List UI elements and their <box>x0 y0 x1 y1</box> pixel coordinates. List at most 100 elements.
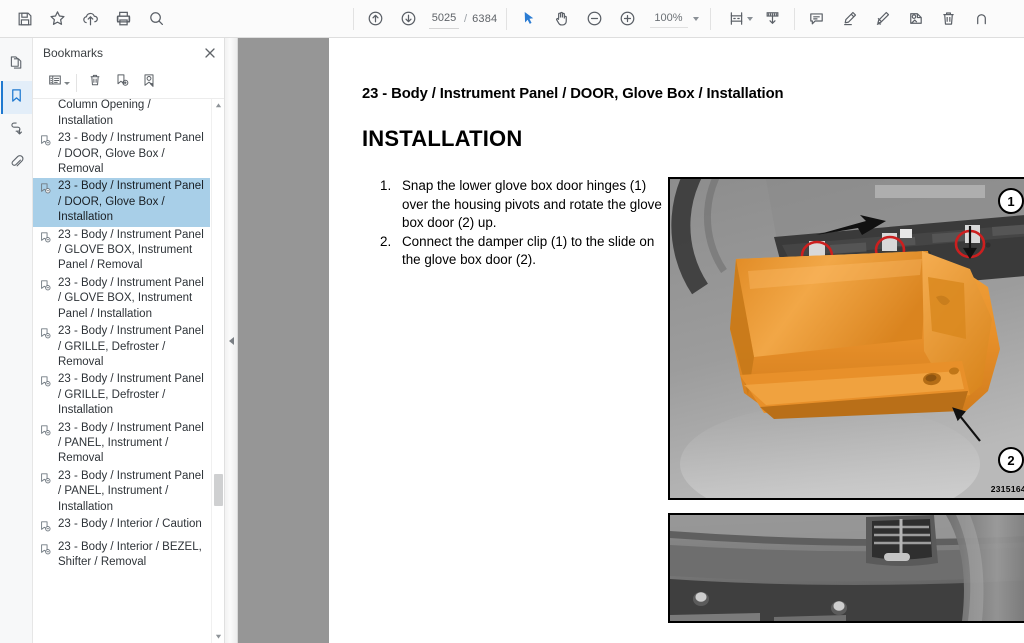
bookmark-item[interactable]: 23 - Body / Interior / BEZEL, Shifter / … <box>33 539 210 572</box>
sidebar-tab-bookmarks[interactable] <box>0 81 32 114</box>
scroll-mode-button[interactable] <box>756 3 789 35</box>
scroll-up-arrow-icon[interactable] <box>212 99 224 112</box>
bookmark-edit-icon <box>141 72 157 93</box>
page-number-input[interactable] <box>429 8 459 29</box>
zoom-in-button[interactable] <box>611 3 644 35</box>
step-text: Connect the damper clip (1) to the slide… <box>402 233 655 268</box>
print-button[interactable] <box>107 3 140 35</box>
step-number: 2. <box>380 233 392 249</box>
bookmark-item[interactable]: Panel / COVER, Steering Column Opening /… <box>33 99 210 130</box>
bookmark-label: 23 - Body / Instrument Panel / GLOVE BOX… <box>58 228 204 272</box>
bookmark-entry-icon <box>39 540 53 571</box>
bookmark-label: 23 - Body / Instrument Panel / PANEL, In… <box>58 469 204 513</box>
zoom-level-value: 100% <box>650 10 689 28</box>
bookmarks-panel: Bookmarks Column Opening / Installation … <box>33 38 225 643</box>
delete-bookmark-button[interactable] <box>82 70 108 96</box>
toolbar-divider-3 <box>710 7 712 30</box>
figure-callout-2: 2 <box>998 447 1024 473</box>
highlight-button[interactable] <box>833 3 866 35</box>
bookmark-entry-icon <box>39 517 53 538</box>
sidebar-tab-attachments[interactable] <box>1 147 32 180</box>
bookmark-label: 23 - Body / Instrument Panel / DOOR, Glo… <box>58 132 204 176</box>
bookmark-options-button[interactable] <box>39 70 71 96</box>
bookmark-item[interactable]: 23 - Body / Instrument Panel / GLOVE BOX… <box>33 275 210 323</box>
pages-icon <box>8 54 25 76</box>
zoom-out-button[interactable] <box>578 3 611 35</box>
bookmarks-scrollbar[interactable] <box>211 99 224 643</box>
comment-button[interactable] <box>800 3 833 35</box>
zoom-level-control[interactable]: 100% <box>650 10 703 28</box>
bookmark-item[interactable]: 23 - Body / Instrument Panel / GRILLE, D… <box>33 371 210 419</box>
chevron-down-icon <box>747 16 754 21</box>
trash-icon <box>87 72 103 93</box>
bookmarks-toolbar <box>33 67 224 99</box>
bookmark-item[interactable]: 23 - Body / Instrument Panel / DOOR, Glo… <box>33 130 210 178</box>
previous-page-button[interactable] <box>359 3 392 35</box>
bookmarks-panel-title: Bookmarks <box>43 45 104 60</box>
instruction-step: 1. Snap the lower glove box door hinges … <box>362 177 664 233</box>
step-number: 1. <box>380 178 392 193</box>
search-button[interactable] <box>140 3 173 35</box>
bookmark-label: 23 - Body / Instrument Panel / GRILLE, D… <box>58 373 204 417</box>
draw-button[interactable] <box>866 3 899 35</box>
bookmarks-list[interactable]: Panel / COVER, Steering Column Opening /… <box>33 99 224 643</box>
pdf-viewer-app: / 6384 <box>0 0 1024 643</box>
figure-glove-box-door: 1 2 2315164477 <box>668 177 1024 500</box>
bookmark-item[interactable]: 23 - Body / Instrument Panel / GLOVE BOX… <box>33 227 210 275</box>
edit-bookmark-button[interactable] <box>136 70 162 96</box>
figure-callout-1: 1 <box>998 188 1024 214</box>
close-panel-button[interactable] <box>204 47 216 59</box>
toolbar-layout-group <box>716 3 789 35</box>
instruction-step: 2. Connect the damper clip (1) to the sl… <box>362 233 664 270</box>
favorite-button[interactable] <box>41 3 74 35</box>
bookmark-item[interactable]: 23 - Body / Instrument Panel / PANEL, In… <box>33 468 210 516</box>
bookmark-item[interactable]: 23 - Body / Instrument Panel / GRILLE, D… <box>33 323 210 371</box>
sidebar-tab-thumbnails[interactable] <box>1 48 32 81</box>
toolbar-divider-4 <box>794 7 796 30</box>
list-options-icon <box>47 72 63 93</box>
sidebar-tab-signature[interactable] <box>1 114 32 147</box>
paperclip-icon <box>8 153 25 175</box>
bookmark-item[interactable]: 23 - Body / Interior / Caution <box>33 516 210 539</box>
toolbar-file-group <box>8 3 173 35</box>
bookmark-entry-icon <box>39 469 53 515</box>
next-page-button[interactable] <box>392 3 425 35</box>
upload-button[interactable] <box>74 3 107 35</box>
signature-icon <box>8 120 25 142</box>
figure-instrument-panel-detail <box>668 513 1024 623</box>
bookmarks-panel-header: Bookmarks <box>33 38 224 67</box>
figure-part-number: 2315164477 <box>990 484 1024 494</box>
page-total-count: 6384 <box>472 12 498 25</box>
pdf-page: 23 - Body / Instrument Panel / DOOR, Glo… <box>329 38 1024 643</box>
toolbar-annotation-group <box>800 3 998 35</box>
bookmark-entry-icon <box>39 131 53 177</box>
scrollbar-thumb[interactable] <box>214 474 223 506</box>
add-bookmark-button[interactable] <box>109 70 135 96</box>
save-button[interactable] <box>8 3 41 35</box>
bookmark-label: 23 - Body / Instrument Panel / GLOVE BOX… <box>58 276 204 320</box>
bookmark-item[interactable]: 23 - Body / Instrument Panel / DOOR, Glo… <box>33 178 210 227</box>
figures-column: 1 2 2315164477 <box>664 177 1024 623</box>
page-separator: / <box>464 12 468 25</box>
fit-page-button[interactable] <box>716 3 756 35</box>
bookmark-label: 23 - Body / Interior / Caution <box>58 517 202 530</box>
step-text: Snap the lower glove box door hinges (1)… <box>402 178 662 231</box>
document-viewer[interactable]: 23 - Body / Instrument Panel / DOOR, Glo… <box>238 38 1024 643</box>
bookmark-add-icon <box>114 72 130 93</box>
bookmark-entry-icon-placeholder <box>39 99 53 129</box>
scroll-down-arrow-icon[interactable] <box>212 630 224 643</box>
bookmark-entry-icon <box>39 276 53 322</box>
stamp-button[interactable] <box>899 3 932 35</box>
pan-tool-button[interactable] <box>545 3 578 35</box>
bookmark-label: 23 - Body / Instrument Panel / PANEL, In… <box>58 421 204 465</box>
sidebar-icon-rail <box>0 38 33 643</box>
bookmark-item[interactable]: 23 - Body / Instrument Panel / PANEL, In… <box>33 420 210 468</box>
bookmark-label: 23 - Body / Instrument Panel / GRILLE, D… <box>58 325 204 368</box>
toolbar-tools-group: 100% <box>512 3 705 35</box>
undo-button[interactable] <box>965 3 998 35</box>
sidebar-collapse-handle[interactable] <box>225 38 238 643</box>
bookmark-label: Panel / COVER, Steering Column Opening /… <box>58 99 151 127</box>
bookmark-entry-icon <box>39 228 53 274</box>
delete-button[interactable] <box>932 3 965 35</box>
select-tool-button[interactable] <box>512 3 545 35</box>
